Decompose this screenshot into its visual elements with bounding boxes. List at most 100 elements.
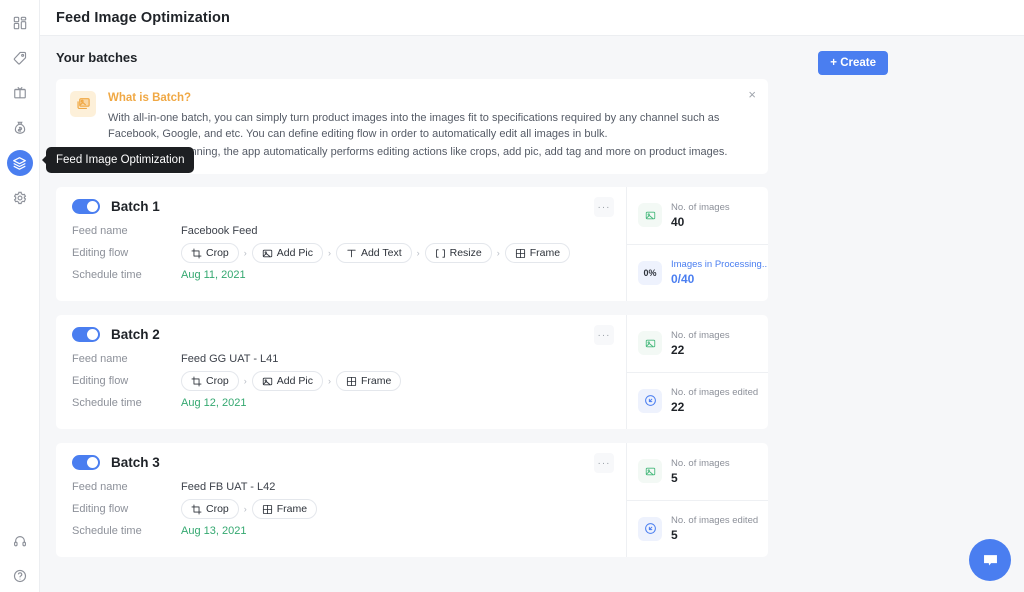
schedule-time-value: Aug 11, 2021 — [181, 269, 246, 281]
batch-menu-button[interactable]: ··· — [594, 325, 614, 345]
batch-header: Batch 3 — [72, 455, 612, 470]
sidebar-item-tags[interactable] — [7, 45, 33, 71]
schedule-time-row: Schedule time Aug 13, 2021 — [72, 521, 612, 541]
batch-stat-body: No. of images edited 22 — [671, 387, 758, 414]
batch-stats: No. of images 5 No. of images edited 5 — [626, 443, 768, 557]
flow-step-add-pic[interactable]: Add Pic — [251, 371, 323, 391]
batch-stat-label: No. of images — [671, 201, 730, 213]
flow-step-frame[interactable]: Frame — [335, 371, 402, 391]
flow-chevron-icon: › — [496, 248, 500, 258]
banner-paragraph-2: When batch is running, the app automatic… — [108, 146, 728, 158]
frame-icon — [346, 376, 357, 387]
image-icon — [638, 203, 662, 228]
batch-stat-body: No. of images 22 — [671, 330, 730, 357]
schedule-time-label: Schedule time — [72, 269, 142, 281]
batch-menu-button[interactable]: ··· — [594, 453, 614, 473]
top-bar: Feed Image Optimization — [40, 0, 1024, 36]
batch-stats: No. of images 22 No. of images edited 22 — [626, 315, 768, 429]
batch-stat-value: 40 — [671, 214, 685, 229]
batch-enable-toggle[interactable] — [72, 455, 100, 470]
batch-stat-label: No. of images — [671, 457, 730, 469]
flow-step-label: Crop — [206, 247, 229, 259]
batch-card: Batch 2 Feed name Feed GG UAT - L41 Editing… — [56, 315, 768, 429]
sidebar — [0, 0, 40, 592]
batch-stat: No. of images 5 — [627, 443, 768, 500]
sidebar-item-feed-image-optimization[interactable] — [6, 150, 33, 176]
batch-details: Batch 3 Feed name Feed FB UAT - L42 Editing… — [56, 443, 626, 557]
batch-header: Batch 2 — [72, 327, 612, 342]
crop-icon — [191, 504, 202, 515]
batch-stat-label: No. of images — [671, 329, 730, 341]
flow-step-add-pic[interactable]: Add Pic — [251, 243, 323, 263]
main-area: Feed Image Optimization Your batches Wha… — [40, 0, 1024, 592]
flow-chevron-icon: › — [416, 248, 420, 258]
batch-stat-value: 0/40 — [671, 272, 695, 287]
percent-badge: 0% — [638, 260, 662, 285]
create-button[interactable]: + Create — [818, 51, 888, 75]
batch-enable-toggle[interactable] — [72, 199, 100, 214]
editing-flow-steps: Crop › Add Pic › Frame — [181, 371, 402, 391]
close-icon[interactable]: × — [748, 88, 756, 101]
batch-details: Batch 1 Feed name Facebook Feed Editing flo… — [56, 187, 626, 301]
flow-step-label: Frame — [360, 375, 392, 387]
schedule-time-value: Aug 12, 2021 — [181, 397, 247, 409]
sidebar-item-dashboard[interactable] — [7, 10, 33, 36]
feed-name-row: Feed name Feed GG UAT - L41 — [72, 349, 612, 369]
schedule-time-row: Schedule time Aug 11, 2021 — [72, 265, 612, 285]
batch-list: Batch 1 Feed name Facebook Feed Editing flo… — [56, 187, 1008, 557]
progress-percent-badge: 0% — [643, 267, 657, 278]
feed-name-row: Feed name Facebook Feed — [72, 221, 612, 241]
text-icon — [346, 248, 357, 259]
flow-step-frame[interactable]: Frame — [504, 243, 571, 263]
batch-menu-button[interactable]: ··· — [594, 197, 614, 217]
flow-chevron-icon: › — [327, 376, 331, 386]
sidebar-item-products[interactable] — [7, 80, 33, 106]
batch-stat: No. of images edited 5 — [627, 499, 768, 558]
sidebar-bottom-group — [0, 528, 40, 592]
batch-stat-value: 5 — [671, 528, 678, 543]
schedule-time-value: Aug 13, 2021 — [181, 525, 247, 537]
batch-stat: 0% Images in Processing... 0/40 — [627, 243, 768, 302]
feed-name-label: Feed name — [72, 225, 128, 237]
flow-step-resize[interactable]: Resize — [424, 243, 492, 263]
flow-step-crop[interactable]: Crop — [181, 371, 239, 391]
flow-step-crop[interactable]: Crop — [181, 243, 239, 263]
flow-step-crop[interactable]: Crop — [181, 499, 239, 519]
batch-name: Batch 2 — [111, 327, 160, 342]
batch-stat-label[interactable]: Images in Processing... — [671, 259, 768, 270]
batch-stat: No. of images 40 — [627, 187, 768, 244]
batch-name: Batch 3 — [111, 455, 160, 470]
batch-stats: No. of images 40 0% Images in Processing...… — [626, 187, 768, 301]
batch-name: Batch 1 — [111, 199, 160, 214]
feed-name-value: Feed GG UAT - L41 — [181, 353, 279, 365]
image-icon — [262, 376, 273, 387]
flow-step-label: Resize — [449, 247, 482, 259]
batch-card: Batch 1 Feed name Facebook Feed Editing flo… — [56, 187, 768, 301]
schedule-time-label: Schedule time — [72, 525, 142, 537]
batch-stat-value: 22 — [671, 400, 685, 415]
sidebar-item-settings[interactable] — [7, 185, 33, 211]
sidebar-item-help[interactable] — [7, 563, 33, 589]
sidebar-item-support[interactable] — [7, 528, 33, 554]
chat-bubble-icon[interactable] — [969, 539, 1011, 581]
images-icon — [70, 91, 96, 117]
section-title: Your batches — [56, 50, 138, 65]
page-title: Feed Image Optimization — [56, 9, 230, 26]
batch-stat-label: No. of images edited — [671, 387, 759, 399]
image-icon — [638, 459, 662, 484]
flow-step-frame[interactable]: Frame — [251, 499, 318, 519]
sidebar-tooltip: Feed Image Optimization — [46, 147, 195, 173]
sidebar-item-billing[interactable] — [7, 115, 33, 141]
flow-step-label: Frame — [276, 503, 308, 515]
flow-step-label: Add Pic — [276, 375, 313, 387]
feed-name-label: Feed name — [72, 353, 128, 365]
flow-step-label: Add Pic — [276, 247, 313, 259]
flow-chevron-icon: › — [327, 248, 331, 258]
editing-flow-row: Editing flow Crop › Add Pic › Frame — [72, 371, 612, 391]
flow-step-add-text[interactable]: Add Text — [335, 243, 412, 263]
batch-enable-toggle[interactable] — [72, 327, 100, 342]
flow-step-label: Add Text — [360, 247, 402, 259]
content-area: Your batches What is Batch? With all-in-… — [40, 36, 1024, 592]
editing-flow-row: Editing flow Crop › Add Pic › Add Text › Resize… — [72, 243, 612, 263]
batch-details: Batch 2 Feed name Feed GG UAT - L41 Editing… — [56, 315, 626, 429]
